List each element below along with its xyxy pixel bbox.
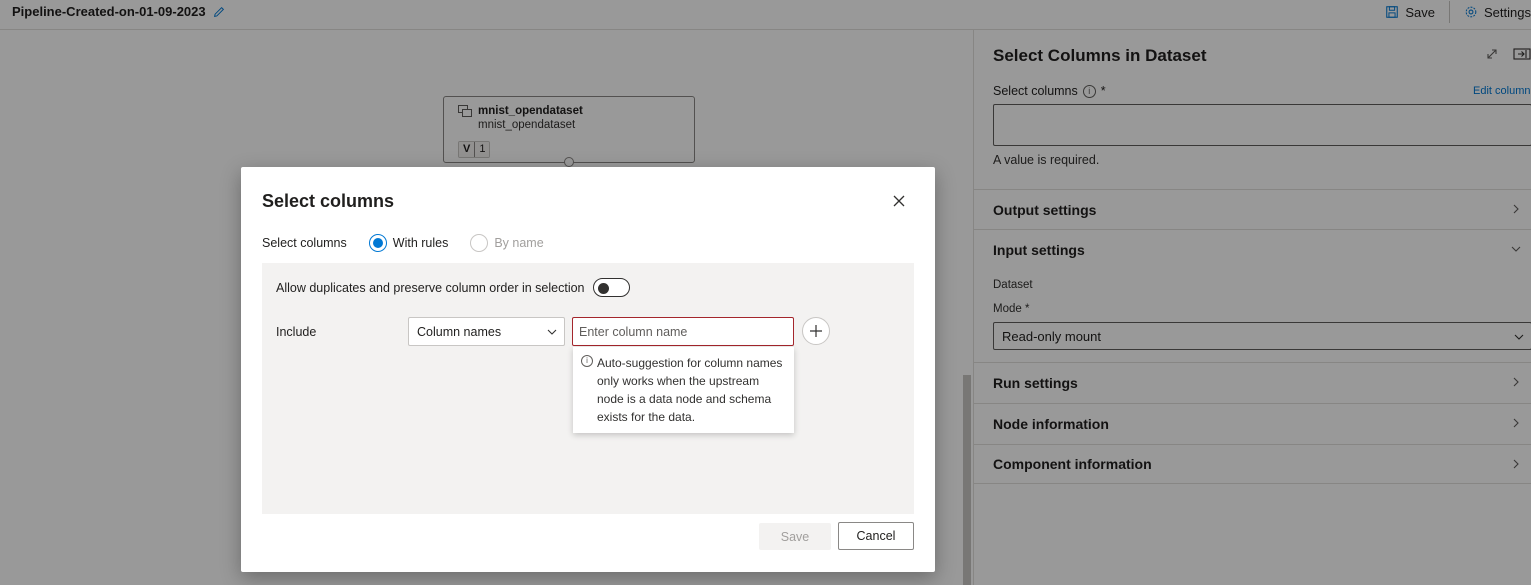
duplicates-row: Allow duplicates and preserve column ord… xyxy=(276,278,630,297)
radio-unselected-icon xyxy=(470,234,489,252)
autosuggest-tooltip: i Auto-suggestion for column names only … xyxy=(573,347,794,433)
include-label: Include xyxy=(276,325,317,339)
column-name-input[interactable] xyxy=(572,317,794,346)
column-type-dropdown[interactable]: Column names xyxy=(408,317,565,346)
close-icon[interactable] xyxy=(891,193,907,209)
rules-area: Allow duplicates and preserve column ord… xyxy=(262,263,914,514)
info-icon: i xyxy=(581,355,593,367)
radio-by-name[interactable]: By name xyxy=(470,234,544,252)
radio-with-rules[interactable]: With rules xyxy=(368,234,449,252)
dialog-title: Select columns xyxy=(262,191,395,211)
radio-label: By name xyxy=(494,236,544,250)
select-columns-label: Select columns xyxy=(262,236,347,250)
radio-label: With rules xyxy=(392,236,449,250)
cancel-button[interactable]: Cancel xyxy=(838,522,914,550)
duplicates-label: Allow duplicates and preserve column ord… xyxy=(276,280,585,295)
plus-icon xyxy=(810,325,822,337)
save-button[interactable]: Save xyxy=(759,523,831,550)
dropdown-value: Column names xyxy=(417,324,502,339)
radio-selected-icon xyxy=(368,234,387,252)
chevron-down-icon xyxy=(547,329,557,335)
duplicates-toggle[interactable] xyxy=(592,278,630,297)
select-columns-dialog: Select columns Select columns With rules… xyxy=(241,167,935,572)
tooltip-text: Auto-suggestion for column names only wo… xyxy=(597,356,783,424)
add-rule-button[interactable] xyxy=(802,317,830,345)
select-mode-row: Select columns With rules By name xyxy=(262,234,544,252)
